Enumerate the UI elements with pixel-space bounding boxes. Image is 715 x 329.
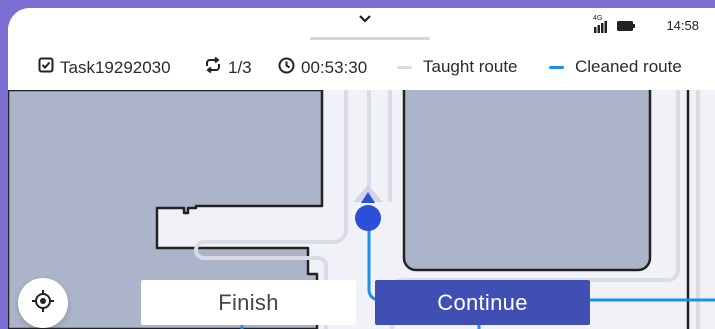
legend-cleaned-route: Cleaned route [549, 57, 682, 77]
legend-taught-route: Taught route [397, 57, 518, 77]
taught-route-swatch [397, 65, 412, 69]
signal-icon: 4G [593, 15, 608, 33]
locate-button[interactable] [18, 278, 68, 328]
task-info-bar: Task19292030 1/3 00:53:30 Taught route C… [8, 46, 715, 90]
battery-icon [617, 18, 635, 36]
status-bar: 4G 14:58 [8, 8, 715, 46]
signal-label: 4G [593, 15, 603, 22]
legend-taught-label: Taught route [423, 57, 518, 76]
legend-cleaned-label: Cleaned route [575, 57, 682, 76]
chevron-down-icon[interactable] [358, 12, 372, 26]
clock-time: 14:58 [666, 18, 699, 33]
loop-count-label: 1/3 [228, 57, 252, 77]
clock-icon [278, 57, 295, 79]
loop-icon [204, 56, 222, 78]
locate-icon [32, 289, 54, 317]
loop-count: 1/3 [204, 56, 252, 78]
map-canvas [8, 90, 715, 329]
robot-icon [353, 185, 383, 231]
task-name-label: Task19292030 [60, 57, 171, 77]
obstacle-right [402, 90, 652, 272]
continue-button[interactable]: Continue [375, 280, 590, 325]
elapsed-time: 00:53:30 [278, 57, 367, 79]
finish-button[interactable]: Finish [141, 280, 356, 325]
drag-handle[interactable] [310, 37, 430, 40]
app-frame: 4G 14:58 Task19292030 1/3 00:53:30 Taugh… [8, 8, 715, 329]
task-name: Task19292030 [38, 57, 171, 78]
elapsed-time-label: 00:53:30 [301, 58, 368, 77]
map-view[interactable] [8, 90, 715, 329]
cleaned-route-swatch [549, 65, 564, 69]
checkbox-icon [38, 57, 54, 78]
